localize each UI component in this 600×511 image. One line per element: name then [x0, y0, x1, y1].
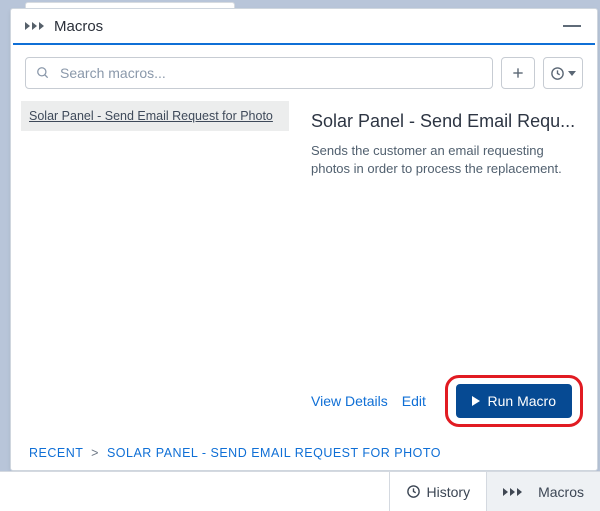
macro-detail: Solar Panel - Send Email Requ... Sends t…: [299, 99, 597, 437]
minimize-button[interactable]: [563, 25, 581, 27]
search-field-wrap[interactable]: [25, 57, 493, 89]
macro-detail-description: Sends the customer an email requesting p…: [311, 142, 583, 177]
breadcrumb-root[interactable]: Recent: [29, 446, 83, 460]
macro-list: Solar Panel - Send Email Request for Pho…: [11, 99, 299, 437]
breadcrumb-current: Solar Panel - Send Email Request for Pho…: [107, 446, 441, 460]
macro-detail-title: Solar Panel - Send Email Requ...: [311, 111, 583, 132]
spacer: [311, 177, 583, 369]
toolbar: [11, 45, 597, 99]
search-input[interactable]: [58, 64, 482, 82]
history-tab[interactable]: History: [389, 472, 487, 511]
app-viewport: Macros: [0, 0, 600, 511]
panel-title: Macros: [54, 18, 563, 35]
plus-icon: [511, 66, 525, 80]
run-macro-highlight: Run Macro: [445, 375, 583, 427]
macros-icon: [25, 22, 44, 30]
play-icon: [472, 396, 480, 406]
utility-bar: History Macros: [0, 471, 600, 511]
clock-icon: [406, 484, 421, 499]
add-macro-button[interactable]: [501, 57, 535, 89]
run-macro-button[interactable]: Run Macro: [456, 384, 572, 418]
macro-list-item[interactable]: Solar Panel - Send Email Request for Pho…: [21, 101, 289, 131]
breadcrumb: Recent > Solar Panel - Send Email Reques…: [11, 437, 597, 470]
chevron-down-icon: [568, 71, 576, 76]
macros-panel: Macros: [10, 8, 598, 471]
clock-icon: [550, 66, 565, 81]
breadcrumb-separator: >: [87, 446, 103, 460]
macros-icon: [503, 488, 522, 496]
edit-button[interactable]: Edit: [402, 391, 426, 411]
content-area: Solar Panel - Send Email Request for Pho…: [11, 99, 597, 437]
macros-tab[interactable]: Macros: [486, 472, 600, 511]
search-icon: [36, 66, 50, 80]
recent-dropdown-button[interactable]: [543, 57, 583, 89]
macros-tab-label: Macros: [538, 484, 584, 500]
history-tab-label: History: [427, 484, 471, 500]
run-macro-label: Run Macro: [488, 393, 556, 409]
view-details-button[interactable]: View Details: [311, 391, 388, 411]
panel-header: Macros: [11, 9, 597, 43]
detail-actions: View Details Edit Run Macro: [311, 369, 583, 427]
